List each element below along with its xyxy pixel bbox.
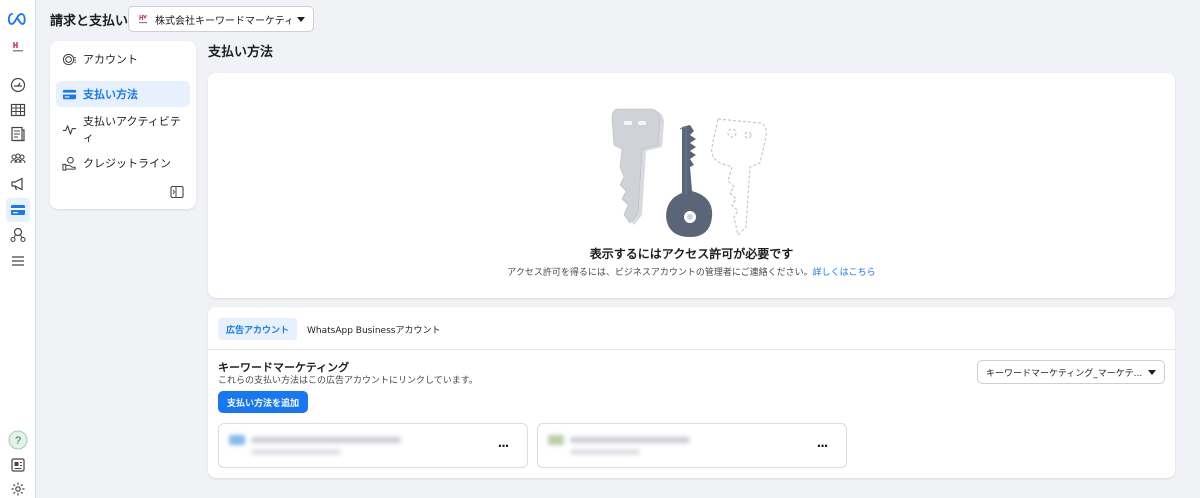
sidenav-item-payment-methods[interactable]: 支払い方法: [56, 81, 190, 107]
svg-text:?: ?: [15, 435, 21, 447]
page-title: 請求と支払い: [50, 13, 129, 29]
sidenav-item-account[interactable]: アカウント: [56, 46, 190, 72]
access-description-text: アクセス許可を得るには、ビジネスアカウントの管理者にご連絡ください。: [507, 268, 813, 278]
more-options-button[interactable]: ···: [493, 438, 513, 454]
ad-account-selector[interactable]: キーワードマーケティング_マーケテ...: [977, 360, 1165, 384]
add-payment-method-button[interactable]: 支払い方法を追加: [218, 391, 308, 413]
dashboard-icon[interactable]: [6, 73, 30, 97]
redacted-payment-details: [229, 435, 401, 459]
ad-account-description: これらの支払い方法はこの広告アカウントにリンクしています。: [218, 376, 478, 386]
credit-line-icon: [62, 156, 76, 171]
access-description: アクセス許可を得るには、ビジネスアカウントの管理者にご連絡ください。詳しくはこち…: [208, 265, 1175, 278]
help-icon[interactable]: ?: [6, 428, 30, 452]
settings-icon[interactable]: [6, 477, 30, 498]
tabs-divider: [208, 349, 1175, 350]
business-logo-icon: [137, 13, 149, 25]
tab-whatsapp-business[interactable]: WhatsApp Businessアカウント: [299, 318, 448, 340]
redacted-payment-details: [548, 435, 718, 459]
sidenav-item-label: アカウント: [83, 53, 138, 66]
billing-sidenav: アカウント 支払い方法 支払いアクティビティ クレジットライン: [50, 41, 196, 209]
news-icon[interactable]: [6, 453, 30, 477]
megaphone-icon[interactable]: [6, 172, 30, 196]
more-options-button[interactable]: ···: [812, 438, 832, 454]
sidenav-item-label: 支払い方法: [83, 88, 138, 101]
audience-icon[interactable]: [6, 223, 30, 247]
people-icon[interactable]: [6, 147, 30, 171]
table-icon[interactable]: [6, 98, 30, 122]
account-icon: [62, 53, 77, 65]
meta-logo-icon[interactable]: [6, 7, 30, 31]
access-title: 表示するにはアクセス許可が必要です: [589, 247, 794, 261]
ad-accounts-card: 広告アカウント WhatsApp Businessアカウント キーワードマーケテ…: [208, 307, 1175, 478]
sidenav-item-label: 支払いアクティビティ: [83, 115, 181, 144]
access-required-card: 表示するにはアクセス許可が必要です アクセス許可を得るには、ビジネスアカウントの…: [208, 73, 1175, 298]
payment-method-card[interactable]: ···: [537, 423, 847, 468]
section-title: 支払い方法: [208, 45, 274, 60]
activity-icon: [62, 124, 77, 135]
business-selector[interactable]: 株式会社キーワードマーケティン...: [128, 6, 314, 32]
chevron-down-icon: [297, 16, 305, 22]
sidenav-item-credit-line[interactable]: クレジットライン: [56, 150, 190, 176]
card-icon: [62, 89, 77, 99]
keys-illustration-icon: [611, 108, 767, 237]
collapse-sidebar-icon[interactable]: [170, 185, 184, 199]
left-rail: ?: [0, 0, 36, 498]
business-logo-icon[interactable]: [6, 34, 30, 58]
menu-icon[interactable]: [6, 249, 30, 273]
chevron-down-icon: [1148, 369, 1156, 375]
billing-icon[interactable]: [6, 198, 30, 222]
business-name: 株式会社キーワードマーケティン...: [155, 15, 291, 27]
sidenav-item-payment-activity[interactable]: 支払いアクティビティ: [56, 115, 190, 144]
page-header: 請求と支払い: [50, 5, 128, 33]
ad-account-selector-value: キーワードマーケティング_マーケテ...: [986, 368, 1142, 379]
payment-method-card[interactable]: ···: [218, 423, 528, 468]
sidenav-item-label: クレジットライン: [83, 157, 171, 170]
tab-ad-accounts[interactable]: 広告アカウント: [218, 318, 298, 340]
learn-more-link[interactable]: 詳しくはこちら: [813, 268, 876, 278]
pages-icon[interactable]: [6, 122, 30, 146]
